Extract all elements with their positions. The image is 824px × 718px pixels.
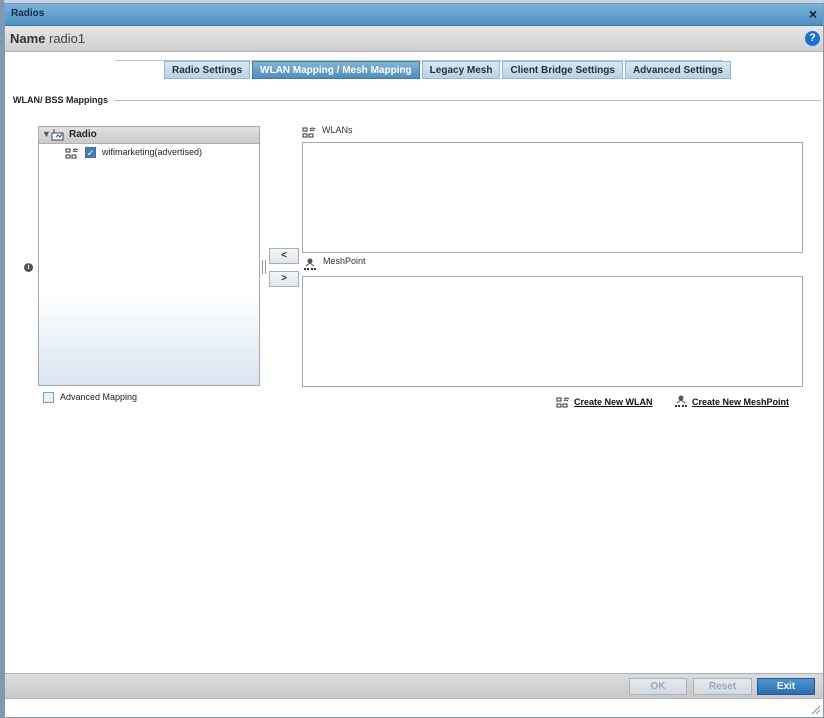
expand-arrow-icon[interactable]: ▼ xyxy=(42,129,51,139)
section-divider xyxy=(13,100,821,101)
reset-button[interactable]: Reset xyxy=(693,678,752,695)
wlans-list[interactable] xyxy=(302,142,803,253)
dialog-footer: OK Reset Exit xyxy=(5,673,823,699)
advanced-mapping-label: Advanced Mapping xyxy=(60,392,138,402)
help-icon[interactable]: ? xyxy=(805,31,820,46)
ok-button[interactable]: OK xyxy=(629,678,687,695)
create-new-meshpoint-link[interactable]: Create New MeshPoint xyxy=(692,397,789,407)
tree-item-label: wifimarketing(advertised) xyxy=(102,147,203,157)
wlan-icon xyxy=(302,127,316,138)
meshpoint-icon xyxy=(304,258,316,270)
move-right-button[interactable]: > xyxy=(269,271,299,287)
dialog-title: Radios xyxy=(11,8,45,19)
wlan-icon xyxy=(65,148,79,159)
meshpoint-panel-title: MeshPoint xyxy=(323,256,366,266)
tab-advanced-settings[interactable]: Advanced Settings xyxy=(624,61,731,79)
tab-legacy-mesh[interactable]: Legacy Mesh xyxy=(421,61,501,79)
splitter-handle[interactable] xyxy=(262,260,266,274)
info-icon: i xyxy=(24,263,33,272)
tab-client-bridge-settings[interactable]: Client Bridge Settings xyxy=(502,61,623,79)
tree-root-label: Radio xyxy=(69,129,97,140)
dialog-titlebar: Radios × xyxy=(5,4,823,26)
name-label: Name xyxy=(10,31,46,46)
radio-icon xyxy=(51,129,64,141)
wlan-icon xyxy=(556,397,570,408)
exit-button[interactable]: Exit xyxy=(757,678,815,695)
tab-wlan-mapping[interactable]: WLAN Mapping / Mesh Mapping xyxy=(252,61,420,79)
tree-root-row[interactable]: ▼ Radio xyxy=(39,127,259,144)
tab-radio-settings[interactable]: Radio Settings xyxy=(164,61,251,79)
radios-dialog: Radios × Name radio1 ? Radio Settings WL… xyxy=(4,3,824,718)
wlans-panel-title: WLANs xyxy=(322,125,353,135)
meshpoint-list[interactable] xyxy=(302,276,803,387)
tab-bar: Radio Settings WLAN Mapping / Mesh Mappi… xyxy=(164,61,733,79)
move-left-button[interactable]: < xyxy=(269,248,299,264)
wlan-checkbox[interactable]: ✓ xyxy=(85,147,96,158)
radio-tree[interactable]: ▼ Radio ✓ wifimarketing(advertised) xyxy=(38,126,260,386)
resize-grip-icon[interactable] xyxy=(810,704,820,714)
name-bar: Name radio1 ? xyxy=(5,26,823,52)
create-new-wlan-link[interactable]: Create New WLAN xyxy=(574,397,653,407)
advanced-mapping-checkbox[interactable] xyxy=(43,392,54,403)
name-value: radio1 xyxy=(49,31,86,46)
section-title: WLAN/ BSS Mappings xyxy=(13,95,114,105)
meshpoint-icon xyxy=(675,395,687,407)
close-icon[interactable]: × xyxy=(809,6,817,22)
